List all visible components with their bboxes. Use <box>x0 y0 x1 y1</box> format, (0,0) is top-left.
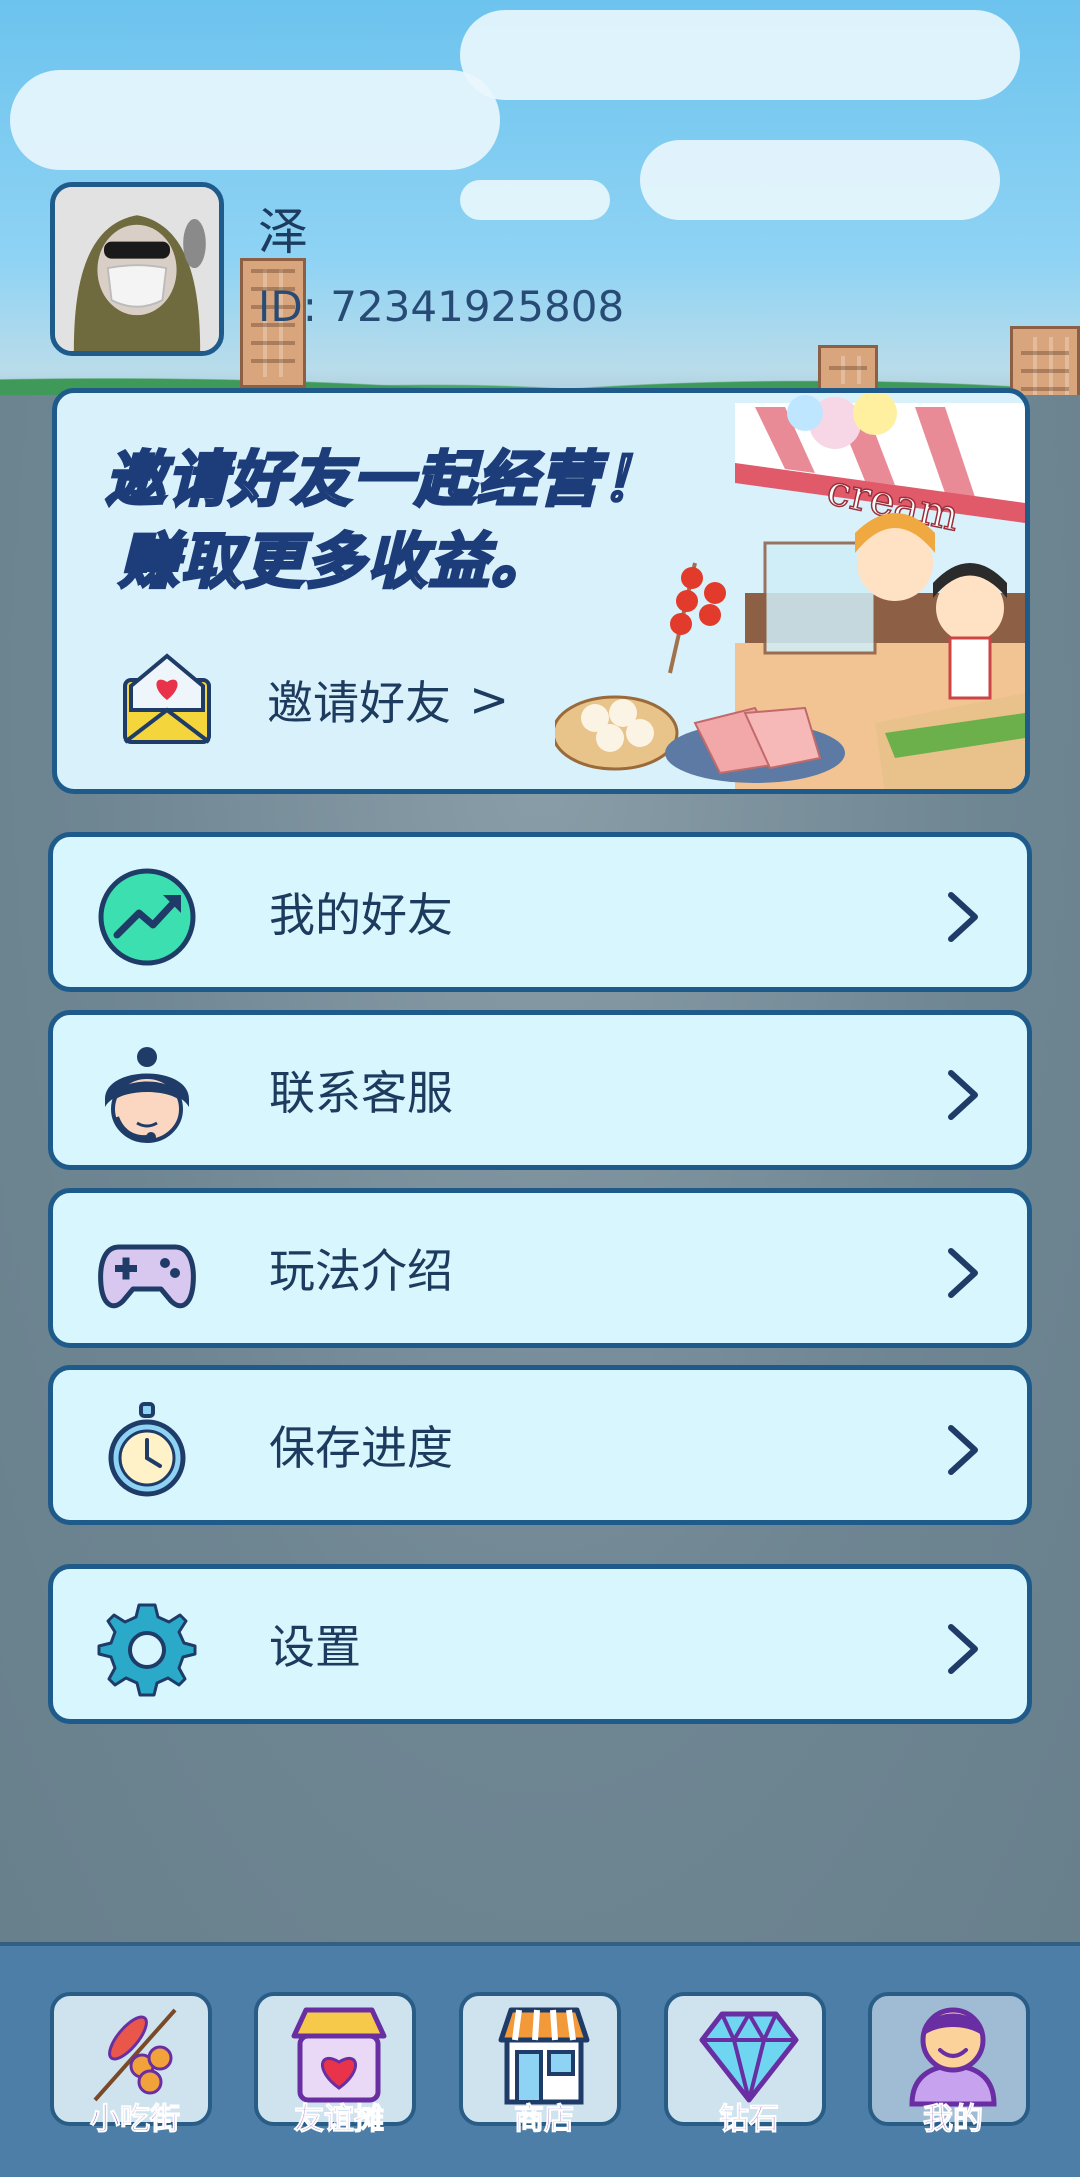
cloud <box>10 70 500 170</box>
user-name: 泽 <box>258 203 308 261</box>
gamepad-icon <box>98 1244 196 1309</box>
menu-item-customer-service[interactable]: 联系客服 <box>48 1010 1032 1170</box>
menu-item-settings[interactable]: 设置 <box>48 1564 1032 1724</box>
nav-diamond[interactable]: 钻石 <box>664 1992 826 2138</box>
customer-service-icon <box>105 1047 189 1143</box>
invite-subtitle: 赚取更多收益。 <box>118 526 553 599</box>
food-stall-illustration: cream <box>555 393 1025 789</box>
nav-label: 商店 <box>514 2102 575 2138</box>
nav-label: 钻石 <box>719 2102 780 2138</box>
gear-icon <box>97 1603 197 1697</box>
bottom-nav: 小吃街 友谊摊 商店 钻石 我的 <box>0 1942 1080 2177</box>
nav-mine[interactable]: 我的 <box>868 1992 1030 2138</box>
invite-friends-label: 邀请好友 <box>267 676 451 730</box>
chevron-right-icon <box>948 1248 978 1298</box>
stopwatch-icon <box>108 1402 186 1497</box>
trend-up-icon <box>98 868 196 966</box>
menu-item-label: 我的好友 <box>269 888 453 942</box>
chevron-right-icon: > <box>469 672 510 728</box>
menu-item-label: 保存进度 <box>269 1421 453 1475</box>
menu-item-label: 联系客服 <box>269 1066 453 1120</box>
menu-item-how-to-play[interactable]: 玩法介绍 <box>48 1188 1032 1348</box>
nav-snack-street[interactable]: 小吃街 <box>50 1992 212 2138</box>
envelope-heart-icon <box>123 653 211 744</box>
menu-item-save-progress[interactable]: 保存进度 <box>48 1365 1032 1525</box>
nav-friendship-stall[interactable]: 友谊摊 <box>254 1992 416 2138</box>
avatar-photo <box>55 187 219 351</box>
invite-friends-button[interactable]: 邀请好友 > <box>117 645 537 755</box>
invite-banner[interactable]: 邀请好友一起经营！ 赚取更多收益。 cream 邀请好友 > <box>52 388 1030 794</box>
chevron-right-icon <box>948 1425 978 1475</box>
cloud <box>640 140 1000 220</box>
nav-label: 小吃街 <box>90 2102 181 2138</box>
chevron-right-icon <box>948 892 978 942</box>
menu-item-label: 设置 <box>269 1620 361 1674</box>
nav-store[interactable]: 商店 <box>459 1992 621 2138</box>
nav-label: 我的 <box>923 2102 984 2138</box>
user-id: ID: 72341925808 <box>258 282 625 331</box>
avatar[interactable] <box>50 182 224 356</box>
menu-item-my-friends[interactable]: 我的好友 <box>48 832 1032 992</box>
cloud <box>460 180 610 220</box>
chevron-right-icon <box>948 1624 978 1674</box>
menu-item-label: 玩法介绍 <box>269 1244 453 1298</box>
chevron-right-icon <box>948 1070 978 1120</box>
cloud <box>460 10 1020 100</box>
nav-label: 友谊摊 <box>294 2102 385 2138</box>
